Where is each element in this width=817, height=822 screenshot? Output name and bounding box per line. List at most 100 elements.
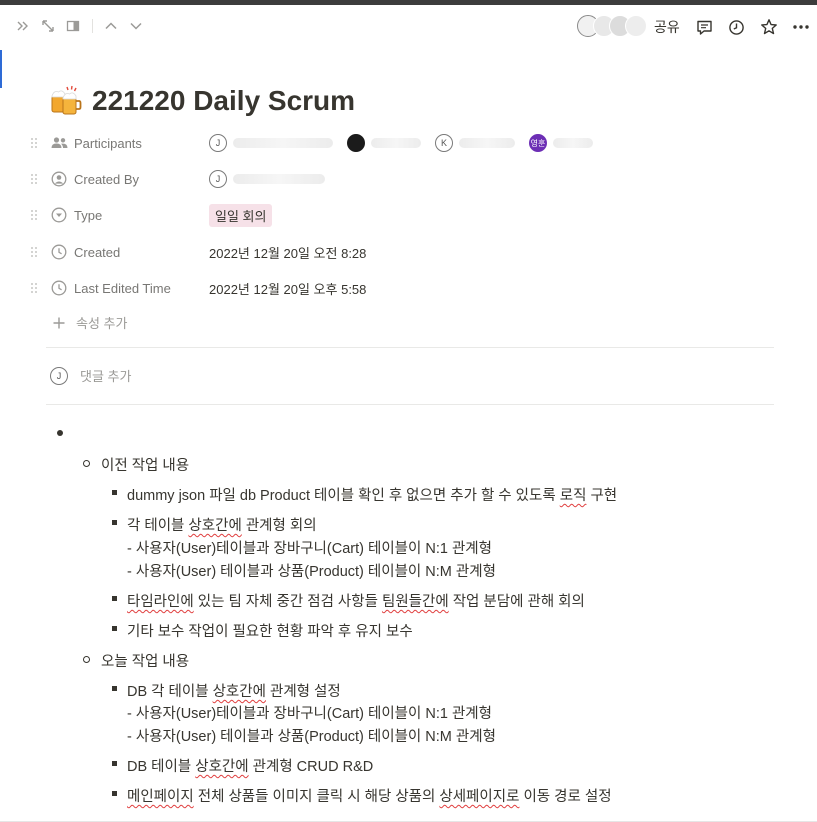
bullet: [112, 520, 117, 525]
comment-icon[interactable]: [693, 16, 715, 38]
avatar: K: [435, 134, 453, 152]
beer-mugs-icon[interactable]: [48, 83, 84, 119]
people-icon: [50, 134, 68, 152]
avatar: [347, 134, 365, 152]
expand-icon[interactable]: [37, 15, 59, 37]
text-segment: 로직: [559, 488, 587, 504]
text-segment: 메인페이지: [127, 789, 194, 805]
redacted-name: [233, 138, 333, 148]
bullet: [112, 791, 117, 796]
list-item[interactable]: dummy json 파일 db Product 테이블 확인 후 없으면 추가…: [127, 484, 617, 505]
list-item-line[interactable]: - 사용자(User) 테이블과 상품(Product) 테이블이 N:M 관계…: [127, 725, 496, 746]
side-peek-icon[interactable]: [62, 15, 84, 37]
property-row-participants: Participants J K 영훈: [28, 128, 788, 158]
bullet: [112, 596, 117, 601]
text-segment: 상호간에: [212, 684, 266, 700]
text-segment: 타임라인에: [127, 594, 194, 610]
text-segment: 상호간에: [195, 759, 249, 775]
avatar: J: [50, 366, 68, 385]
drag-handle-icon[interactable]: [28, 245, 40, 259]
drag-handle-icon[interactable]: [28, 281, 40, 295]
last-edited-value: 2022년 12월 20일 오후 5:58: [209, 281, 367, 297]
list-item[interactable]: DB 테이블 상호간에 관계형 CRUD R&D: [127, 755, 373, 776]
clock-icon[interactable]: [725, 16, 747, 38]
bullet: [112, 686, 117, 691]
text-segment: 전체 상품들 이미지 클릭 시 해당 상품의: [193, 789, 440, 805]
text-segment: DB 각 테이블: [127, 684, 213, 700]
property-label[interactable]: Type: [74, 208, 209, 223]
property-label[interactable]: Created By: [74, 172, 209, 187]
drag-handle-icon[interactable]: [28, 172, 40, 186]
created-by-value[interactable]: J: [209, 170, 339, 188]
list-item-line[interactable]: - 사용자(User)테이블과 장바구니(Cart) 테이블이 N:1 관계형: [127, 537, 492, 558]
list-item-line[interactable]: - 사용자(User) 테이블과 상품(Product) 테이블이 N:M 관계…: [127, 560, 496, 581]
property-label[interactable]: Participants: [74, 136, 209, 151]
text-segment: dummy json 파일 db Product 테이블 확인 후 없으면 추가…: [127, 488, 560, 504]
type-value[interactable]: 일일 회의: [209, 203, 273, 227]
person-chip[interactable]: K: [435, 134, 515, 152]
clock-icon: [50, 279, 68, 297]
list-item[interactable]: DB 각 테이블 상호간에 관계형 설정: [127, 680, 341, 701]
add-property-label: 속성 추가: [76, 316, 128, 331]
list-item[interactable]: 타임라인에 있는 팀 자체 중간 점검 사항들 팀원들간에 작업 분담에 관해 …: [127, 590, 585, 611]
person-chip[interactable]: [347, 134, 421, 152]
person-chip[interactable]: 영훈: [529, 134, 593, 152]
double-chevron-right-icon[interactable]: [12, 15, 34, 37]
add-property-button[interactable]: 속성 추가: [52, 313, 127, 332]
page-header: 221220 Daily Scrum: [48, 83, 355, 119]
text-segment: 관계형 설정: [265, 684, 341, 700]
drag-handle-icon[interactable]: [28, 136, 40, 150]
redacted-name: [233, 174, 325, 184]
text-segment: 각 테이블: [127, 518, 189, 534]
divider: [46, 347, 774, 348]
property-label[interactable]: Last Edited Time: [74, 281, 209, 296]
page-title[interactable]: 221220 Daily Scrum: [92, 85, 355, 117]
add-comment-input[interactable]: J 댓글 추가: [50, 366, 131, 385]
select-icon: [50, 206, 68, 224]
person-circle-icon: [50, 170, 68, 188]
clock-icon: [50, 243, 68, 261]
property-row-type: Type 일일 회의: [28, 200, 788, 230]
section-heading[interactable]: 오늘 작업 내용: [101, 650, 189, 671]
avatar: 영훈: [529, 134, 547, 152]
avatar: [625, 15, 647, 37]
toolbar-separator: [92, 19, 93, 33]
section-heading[interactable]: 이전 작업 내용: [101, 454, 189, 475]
star-icon[interactable]: [758, 16, 780, 38]
list-item[interactable]: 각 테이블 상호간에 관계형 회의: [127, 514, 317, 535]
redacted-name: [553, 138, 593, 148]
left-accent-bar: [0, 50, 2, 88]
list-item-line[interactable]: - 사용자(User)테이블과 장바구니(Cart) 테이블이 N:1 관계형: [127, 702, 492, 723]
text-segment: 팀원들간에: [381, 594, 449, 610]
text-segment: 구현: [586, 488, 618, 504]
text-segment: 관계형 CRUD R&D: [248, 759, 374, 775]
avatar: J: [209, 170, 227, 188]
bullet: [83, 460, 90, 467]
text-segment: 상호간에: [188, 518, 242, 534]
list-item[interactable]: 기타 보수 작업이 필요한 현황 파악 후 유지 보수: [127, 620, 413, 641]
bullet: [112, 626, 117, 631]
divider: [46, 404, 774, 405]
text-segment: 있는 팀 자체 중간 점검 사항들: [193, 594, 382, 610]
chevron-up-icon[interactable]: [100, 15, 122, 37]
more-icon[interactable]: [790, 16, 812, 38]
text-segment: 이동 경로 설정: [519, 789, 612, 805]
text-segment: 상세페이지로: [439, 789, 520, 805]
property-row-created-by: Created By J: [28, 164, 788, 194]
person-chip[interactable]: J: [209, 170, 325, 188]
text-segment: 작업 분담에 관해 회의: [448, 594, 585, 610]
collaborator-avatars[interactable]: [577, 15, 652, 39]
property-label[interactable]: Created: [74, 245, 209, 260]
bullet: [83, 656, 90, 663]
top-bar: 공유: [0, 5, 817, 47]
type-tag[interactable]: 일일 회의: [209, 203, 273, 227]
participants-value[interactable]: J K 영훈: [209, 134, 607, 152]
drag-handle-icon[interactable]: [28, 208, 40, 222]
person-chip[interactable]: J: [209, 134, 333, 152]
share-button[interactable]: 공유: [654, 17, 680, 37]
redacted-name: [459, 138, 515, 148]
chevron-down-icon[interactable]: [125, 15, 147, 37]
property-row-created: Created 2022년 12월 20일 오전 8:28: [28, 237, 788, 267]
bullet: [57, 430, 63, 436]
list-item[interactable]: 메인페이지 전체 상품들 이미지 클릭 시 해당 상품의 상세페이지로 이동 경…: [127, 785, 612, 806]
